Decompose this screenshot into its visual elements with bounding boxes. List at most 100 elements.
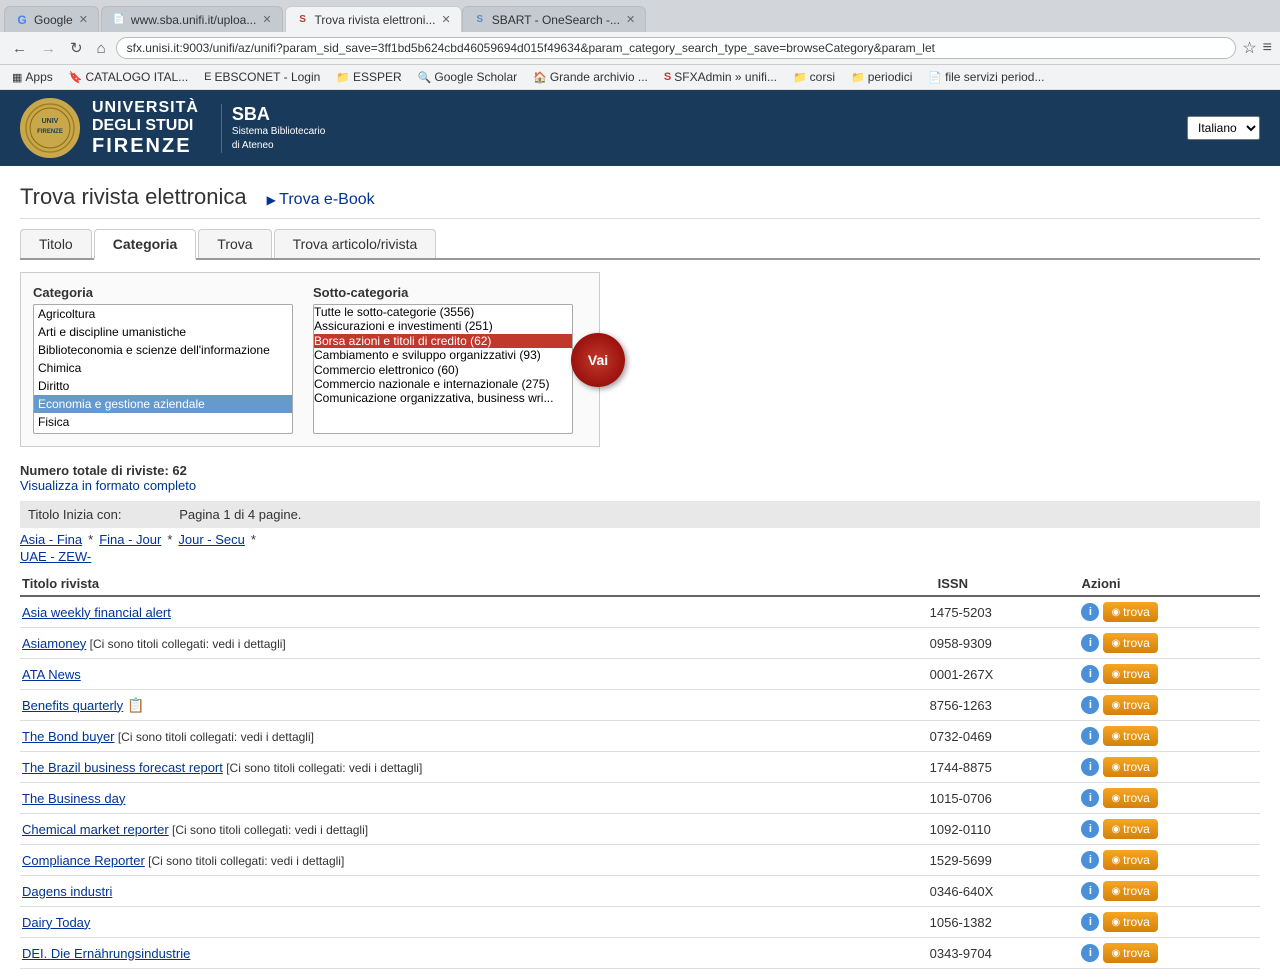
bookmark-google-scholar[interactable]: 🔍 Google Scholar (414, 68, 521, 86)
bookmark-apps[interactable]: ▦ Apps (8, 68, 57, 86)
language-select[interactable]: Italiano (1187, 116, 1260, 140)
bookmark-ebsconet[interactable]: E EBSCONET - Login (200, 68, 324, 86)
subcat-borsa[interactable]: Borsa azioni e titoli di credito (62) (314, 334, 572, 348)
tab-articolo-rivista[interactable]: Trova articolo/rivista (274, 229, 437, 258)
journal-info-button[interactable]: i (1081, 820, 1099, 838)
cat-economia[interactable]: Economia e gestione aziendale (34, 395, 292, 413)
bookmark-corsi[interactable]: 📁 corsi (789, 68, 839, 86)
trova-ebook-link[interactable]: Trova e-Book (267, 191, 375, 209)
sfx-icon: ◉ (1111, 669, 1120, 680)
journal-issn: 0001-267X (928, 659, 1080, 690)
journal-trova-button[interactable]: ◉ trova (1103, 633, 1157, 653)
url-input[interactable] (116, 37, 1237, 59)
tab-trova[interactable]: Trova (198, 229, 271, 258)
bookmark-periodici[interactable]: 📁 periodici (847, 68, 916, 86)
journal-link[interactable]: Chemical market reporter (22, 822, 169, 837)
journal-link[interactable]: Asia weekly financial alert (22, 605, 171, 620)
tab-titolo[interactable]: Titolo (20, 229, 92, 258)
journal-trova-button[interactable]: ◉ trova (1103, 788, 1157, 808)
forward-button[interactable]: → (37, 38, 60, 59)
cat-chimica[interactable]: Chimica (34, 359, 292, 377)
journal-trova-button[interactable]: ◉ trova (1103, 695, 1157, 715)
vai-button[interactable]: Vai (571, 333, 625, 387)
journal-info-button[interactable]: i (1081, 603, 1099, 621)
cat-biblioteconomia[interactable]: Biblioteconomia e scienze dell'informazi… (34, 341, 292, 359)
journal-link[interactable]: Asiamoney (22, 636, 86, 651)
journal-info-button[interactable]: i (1081, 758, 1099, 776)
bookmark-star[interactable]: ☆ (1242, 38, 1256, 58)
journal-info-button[interactable]: i (1081, 944, 1099, 962)
bookmark-essper-label: ESSPER (353, 70, 402, 84)
tab-close-sba[interactable]: ✕ (262, 13, 271, 26)
journal-info-button[interactable]: i (1081, 634, 1099, 652)
subcat-comunicazione[interactable]: Comunicazione organizzativa, business wr… (314, 391, 572, 405)
journal-link[interactable]: Dairy Today (22, 915, 90, 930)
subcat-tutte[interactable]: Tutte le sotto-categorie (3556) (314, 305, 572, 319)
essper-icon: 📁 (336, 71, 350, 84)
tab-close-google[interactable]: ✕ (79, 13, 88, 26)
journal-link[interactable]: DEI. Die Ernährungsindustrie (22, 946, 190, 961)
journal-trova-button[interactable]: ◉ trova (1103, 912, 1157, 932)
journal-link[interactable]: ATA News (22, 667, 81, 682)
tab-categoria[interactable]: Categoria (94, 229, 197, 260)
bookmark-sfxadmin[interactable]: S SFXAdmin » unifi... (660, 68, 781, 86)
journal-trova-button[interactable]: ◉ trova (1103, 664, 1157, 684)
journal-info-button[interactable]: i (1081, 851, 1099, 869)
journal-link[interactable]: The Bond buyer (22, 729, 115, 744)
subcategory-list[interactable]: Tutte le sotto-categorie (3556) Assicura… (313, 304, 573, 434)
tab-google[interactable]: G Google ✕ (4, 6, 99, 32)
tab-trova[interactable]: S Trova rivista elettroni... ✕ (285, 6, 462, 32)
journal-trova-button[interactable]: ◉ trova (1103, 726, 1157, 746)
journal-info-button[interactable]: i (1081, 665, 1099, 683)
journal-info-button[interactable]: i (1081, 789, 1099, 807)
page-link-1[interactable]: Asia - Fina (20, 532, 82, 547)
bookmark-essper[interactable]: 📁 ESSPER (332, 68, 405, 86)
tab-sba[interactable]: 📄 www.sba.unifi.it/uploa... ✕ (101, 6, 283, 32)
journal-link[interactable]: The Brazil business forecast report (22, 760, 223, 775)
journal-info-button[interactable]: i (1081, 727, 1099, 745)
page-link-2[interactable]: Fina - Jour (99, 532, 161, 547)
university-name-line1: UNIVERSITÀ (92, 99, 199, 117)
tab-close-sbart[interactable]: ✕ (626, 13, 635, 26)
journal-trova-button[interactable]: ◉ trova (1103, 943, 1157, 963)
bookmark-grande[interactable]: 🏠 Grande archivio ... (529, 68, 652, 86)
journal-info-button[interactable]: i (1081, 696, 1099, 714)
chrome-menu[interactable]: ≡ (1263, 39, 1272, 57)
journal-info-button[interactable]: i (1081, 882, 1099, 900)
journal-link[interactable]: Dagens industri (22, 884, 112, 899)
subcat-assicurazioni[interactable]: Assicurazioni e investimenti (251) (314, 319, 572, 333)
category-list[interactable]: Agricoltura Arti e discipline umanistich… (33, 304, 293, 434)
bookmark-catalogo[interactable]: 🔖 CATALOGO ITAL... (65, 68, 192, 86)
cat-fisica[interactable]: Fisica (34, 413, 292, 431)
journal-trova-button[interactable]: ◉ trova (1103, 757, 1157, 777)
tab-sbart[interactable]: S SBART - OneSearch -... ✕ (462, 6, 647, 32)
subcat-commercio-el[interactable]: Commercio elettronico (60) (314, 363, 572, 377)
journal-actions-cell: i◉ trova (1079, 596, 1260, 628)
col-header-azioni: Azioni (1079, 572, 1260, 596)
page-link-4[interactable]: UAE - ZEW- (20, 549, 91, 564)
subcat-cambiamento[interactable]: Cambiamento e sviluppo organizzativi (93… (314, 348, 572, 362)
home-button[interactable]: ⌂ (93, 38, 110, 59)
tab-close-trova[interactable]: ✕ (441, 13, 450, 26)
view-full-link[interactable]: Visualizza in formato completo (20, 478, 196, 493)
journal-link[interactable]: Benefits quarterly (22, 698, 123, 713)
journal-trova-button[interactable]: ◉ trova (1103, 602, 1157, 622)
journal-info-button[interactable]: i (1081, 913, 1099, 931)
journal-trova-button[interactable]: ◉ trova (1103, 881, 1157, 901)
journal-issn: 1015-0706 (928, 783, 1080, 814)
journal-trova-button[interactable]: ◉ trova (1103, 819, 1157, 839)
cat-diritto[interactable]: Diritto (34, 377, 292, 395)
back-button[interactable]: ← (8, 38, 31, 59)
journal-trova-button[interactable]: ◉ trova (1103, 850, 1157, 870)
table-row: Asiamoney [Ci sono titoli collegati: ved… (20, 628, 1260, 659)
journal-link[interactable]: Compliance Reporter (22, 853, 145, 868)
cat-arti[interactable]: Arti e discipline umanistiche (34, 323, 292, 341)
journal-issn: 8756-1263 (928, 690, 1080, 721)
journal-link[interactable]: The Business day (22, 791, 125, 806)
page-link-3[interactable]: Jour - Secu (178, 532, 244, 547)
bookmark-file-servizi[interactable]: 📄 file servizi period... (924, 68, 1048, 86)
reload-button[interactable]: ↻ (66, 37, 87, 59)
journal-issn: 1475-5203 (928, 596, 1080, 628)
subcat-commercio-naz[interactable]: Commercio nazionale e internazionale (27… (314, 377, 572, 391)
cat-agricoltura[interactable]: Agricoltura (34, 305, 292, 323)
